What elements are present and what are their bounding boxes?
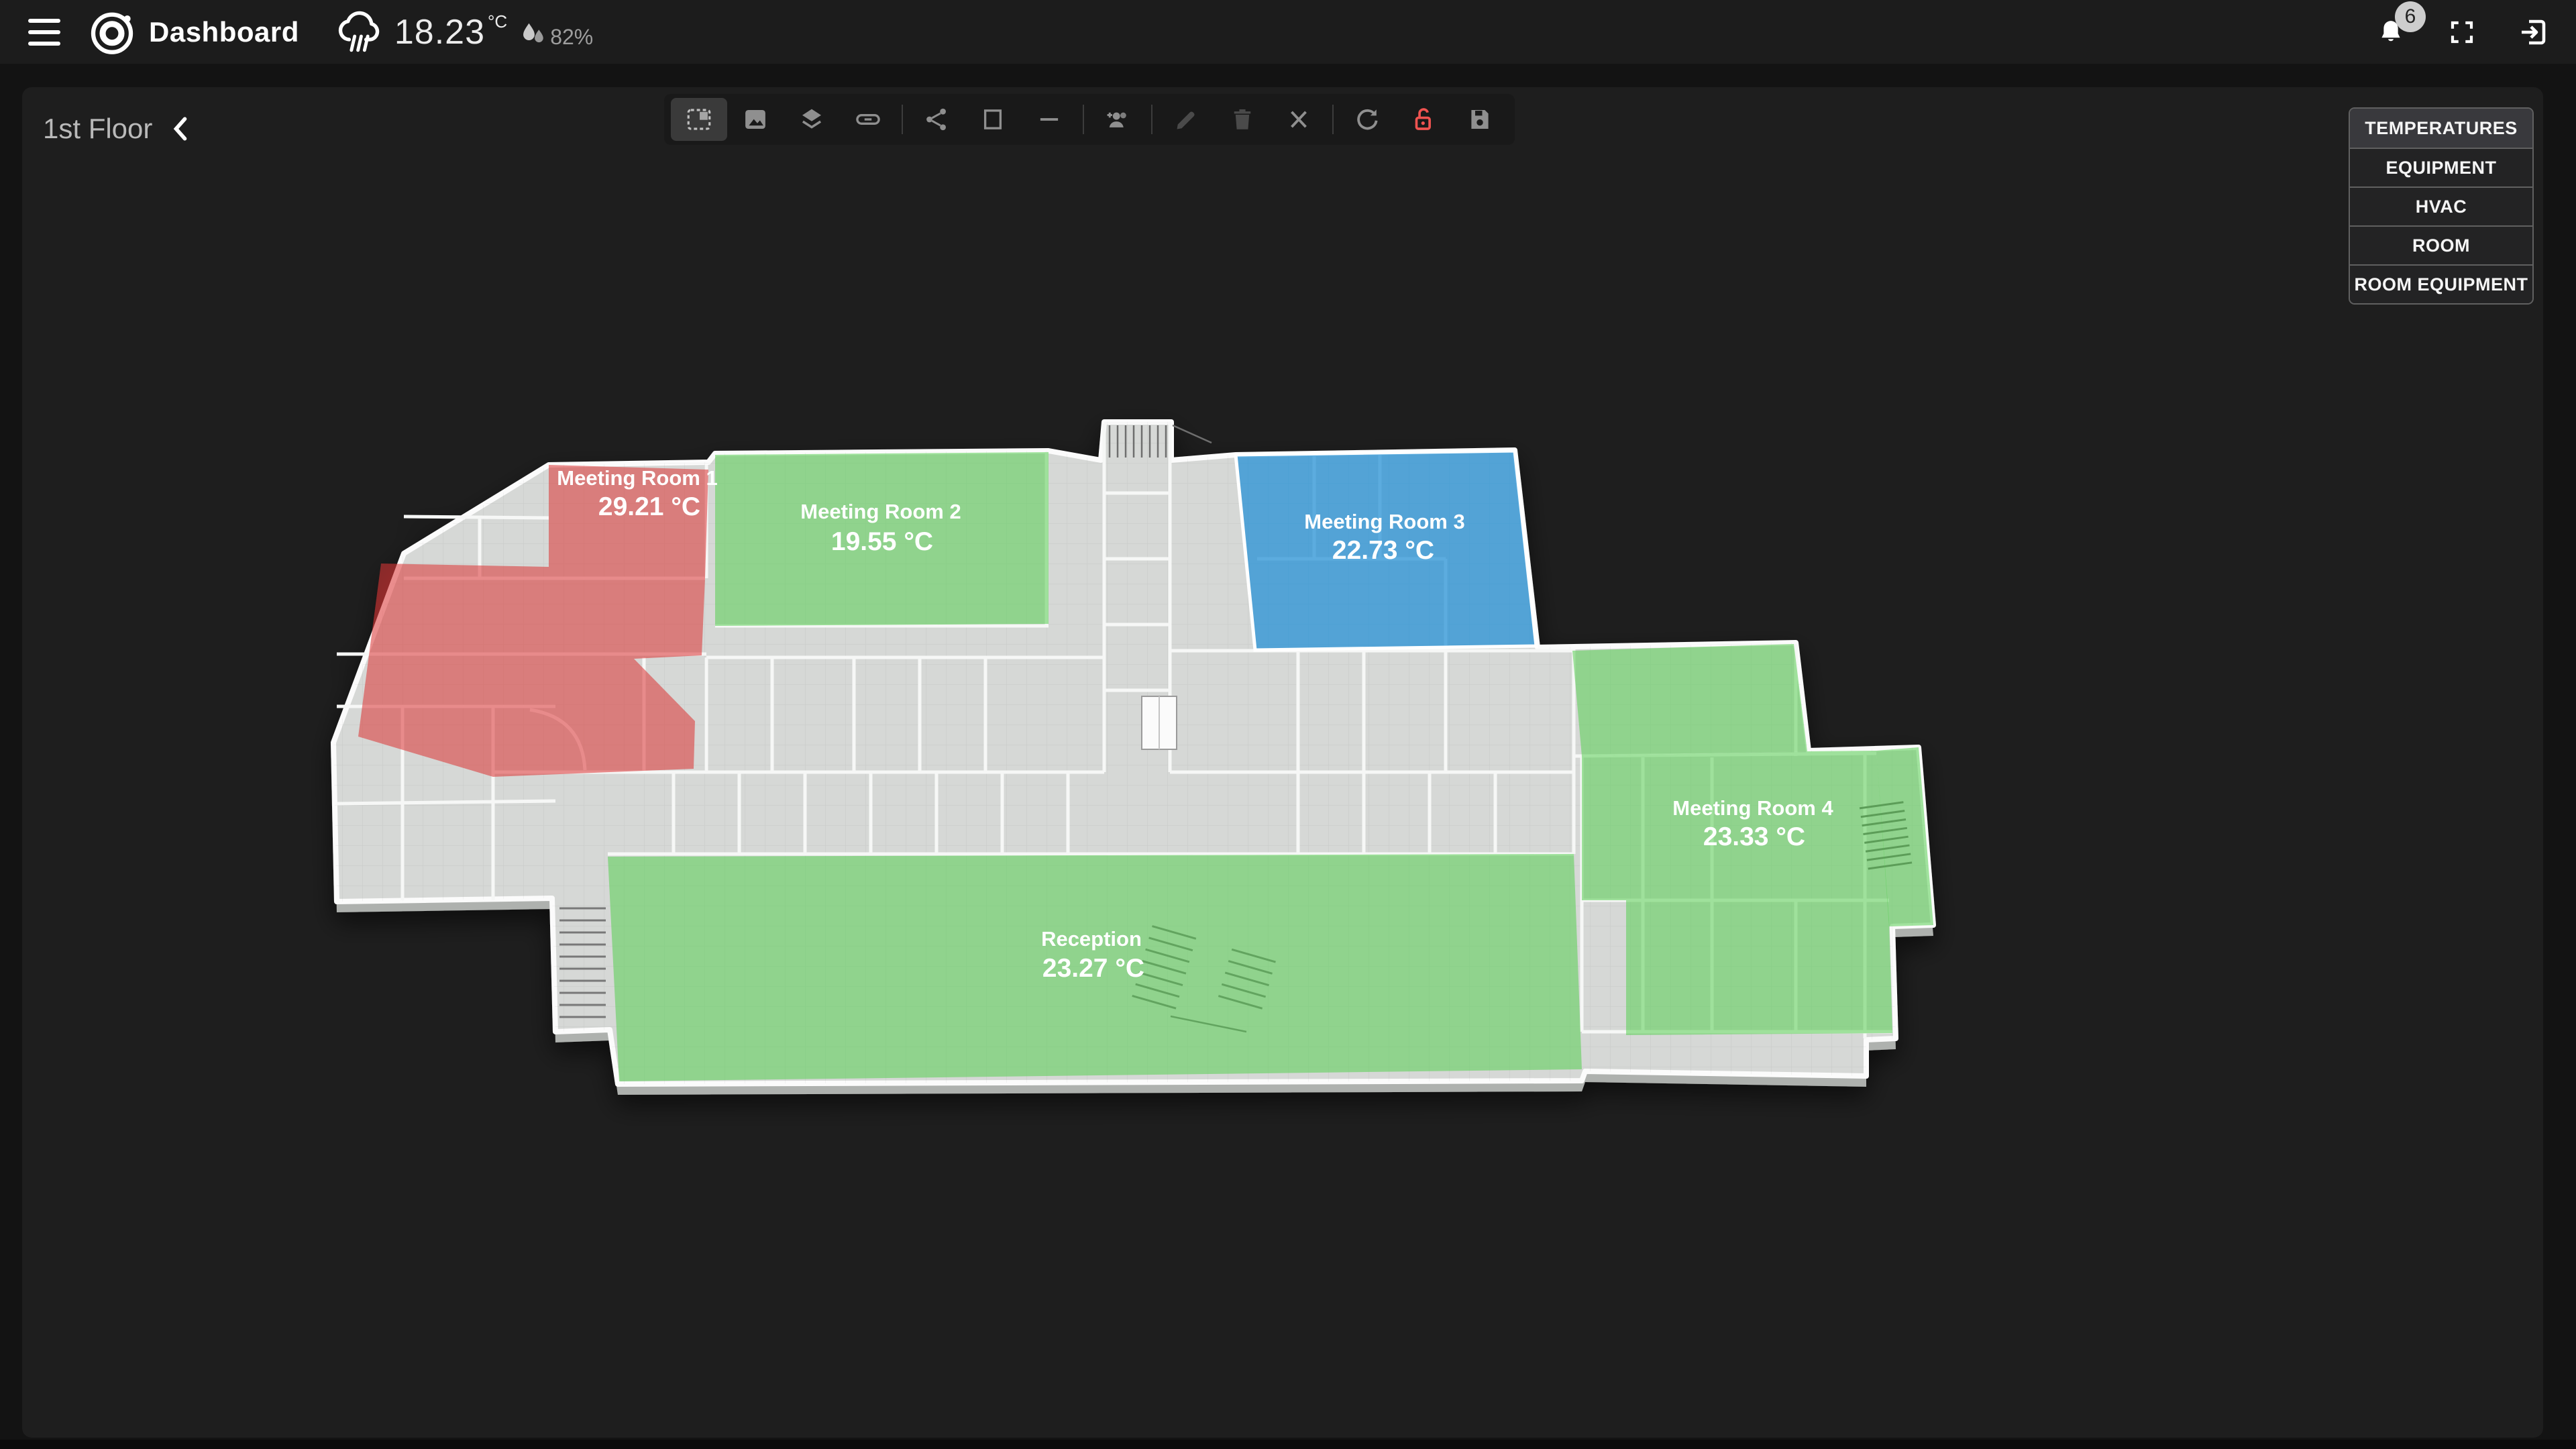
room-name: Meeting Room 4 — [1672, 796, 1833, 820]
weather-widget: 18.23 °C 82% — [334, 6, 593, 58]
add-group-tool[interactable] — [1089, 98, 1146, 141]
refresh-tool[interactable] — [1339, 98, 1395, 141]
toolbar-separator — [1151, 105, 1152, 134]
image-tool[interactable] — [727, 98, 784, 141]
floor-plan-3d: Meeting Room 1 29.21 °C Meeting Room 2 1… — [0, 0, 2576, 1449]
page-title: Dashboard — [149, 16, 299, 48]
room-temperature: 29.21 °C — [598, 492, 700, 521]
menu-icon[interactable] — [28, 19, 63, 46]
editor-toolbar — [664, 94, 1515, 145]
link-tool[interactable] — [840, 98, 896, 141]
room-temperature: 23.33 °C — [1703, 822, 1805, 851]
floor-name: 1st Floor — [43, 113, 152, 145]
elevator — [1142, 696, 1177, 749]
toolbar-separator — [1083, 105, 1084, 134]
room-temperature: 22.73 °C — [1332, 536, 1434, 565]
room-name: Meeting Room 1 — [557, 466, 717, 490]
floor-navigation: 1st Floor — [43, 113, 189, 145]
notification-badge: 6 — [2395, 1, 2426, 32]
layer-button-room-equipment[interactable]: ROOM EQUIPMENT — [2350, 264, 2532, 303]
humidity-value: 82% — [550, 25, 593, 50]
layer-button-hvac[interactable]: HVAC — [2350, 186, 2532, 225]
outdoor-temperature: 18.23 — [394, 12, 485, 52]
room-name: Meeting Room 2 — [800, 500, 961, 523]
room-meeting-room-4[interactable] — [1582, 751, 1892, 1035]
rain-cloud-icon — [334, 6, 386, 58]
share-tool[interactable] — [908, 98, 965, 141]
humidity-icon — [518, 19, 549, 50]
room-name: Reception — [1041, 927, 1142, 951]
line-tool[interactable] — [1021, 98, 1077, 141]
layer-button-group: TEMPERATURES EQUIPMENT HVAC ROOM ROOM EQ… — [2349, 107, 2534, 305]
delete-tool[interactable] — [1214, 98, 1271, 141]
layer-button-equipment[interactable]: EQUIPMENT — [2350, 148, 2532, 186]
room-name: Meeting Room 3 — [1304, 510, 1464, 533]
notifications-button[interactable]: 6 — [2373, 15, 2408, 50]
layers-tool[interactable] — [784, 98, 840, 141]
logout-button[interactable] — [2516, 15, 2551, 50]
building-model: Meeting Room 1 29.21 °C Meeting Room 2 1… — [333, 422, 1933, 1095]
save-tool[interactable] — [1452, 98, 1508, 141]
chevron-left-icon — [172, 117, 189, 141]
room-temperature: 23.27 °C — [1042, 954, 1144, 983]
fullscreen-button[interactable] — [2445, 15, 2479, 50]
temperature-unit: °C — [488, 11, 507, 32]
layer-button-temperatures[interactable]: TEMPERATURES — [2350, 109, 2532, 148]
app-logo-icon — [89, 9, 136, 56]
room-temperature: 19.55 °C — [831, 527, 933, 556]
close-tool[interactable] — [1271, 98, 1327, 141]
layer-button-room[interactable]: ROOM — [2350, 225, 2532, 264]
rectangle-tool[interactable] — [965, 98, 1021, 141]
toolbar-separator — [902, 105, 903, 134]
fullscreen-icon — [2448, 18, 2476, 46]
exit-icon — [2517, 16, 2549, 48]
select-area-tool[interactable] — [671, 98, 727, 141]
toolbar-separator — [1332, 105, 1334, 134]
lock-open-tool[interactable] — [1395, 98, 1452, 141]
top-bar: Dashboard 18.23 °C 82% 6 — [0, 0, 2576, 64]
room-green-upper-right[interactable] — [1572, 644, 1807, 756]
edit-tool[interactable] — [1158, 98, 1214, 141]
floor-back-button[interactable] — [172, 117, 189, 141]
